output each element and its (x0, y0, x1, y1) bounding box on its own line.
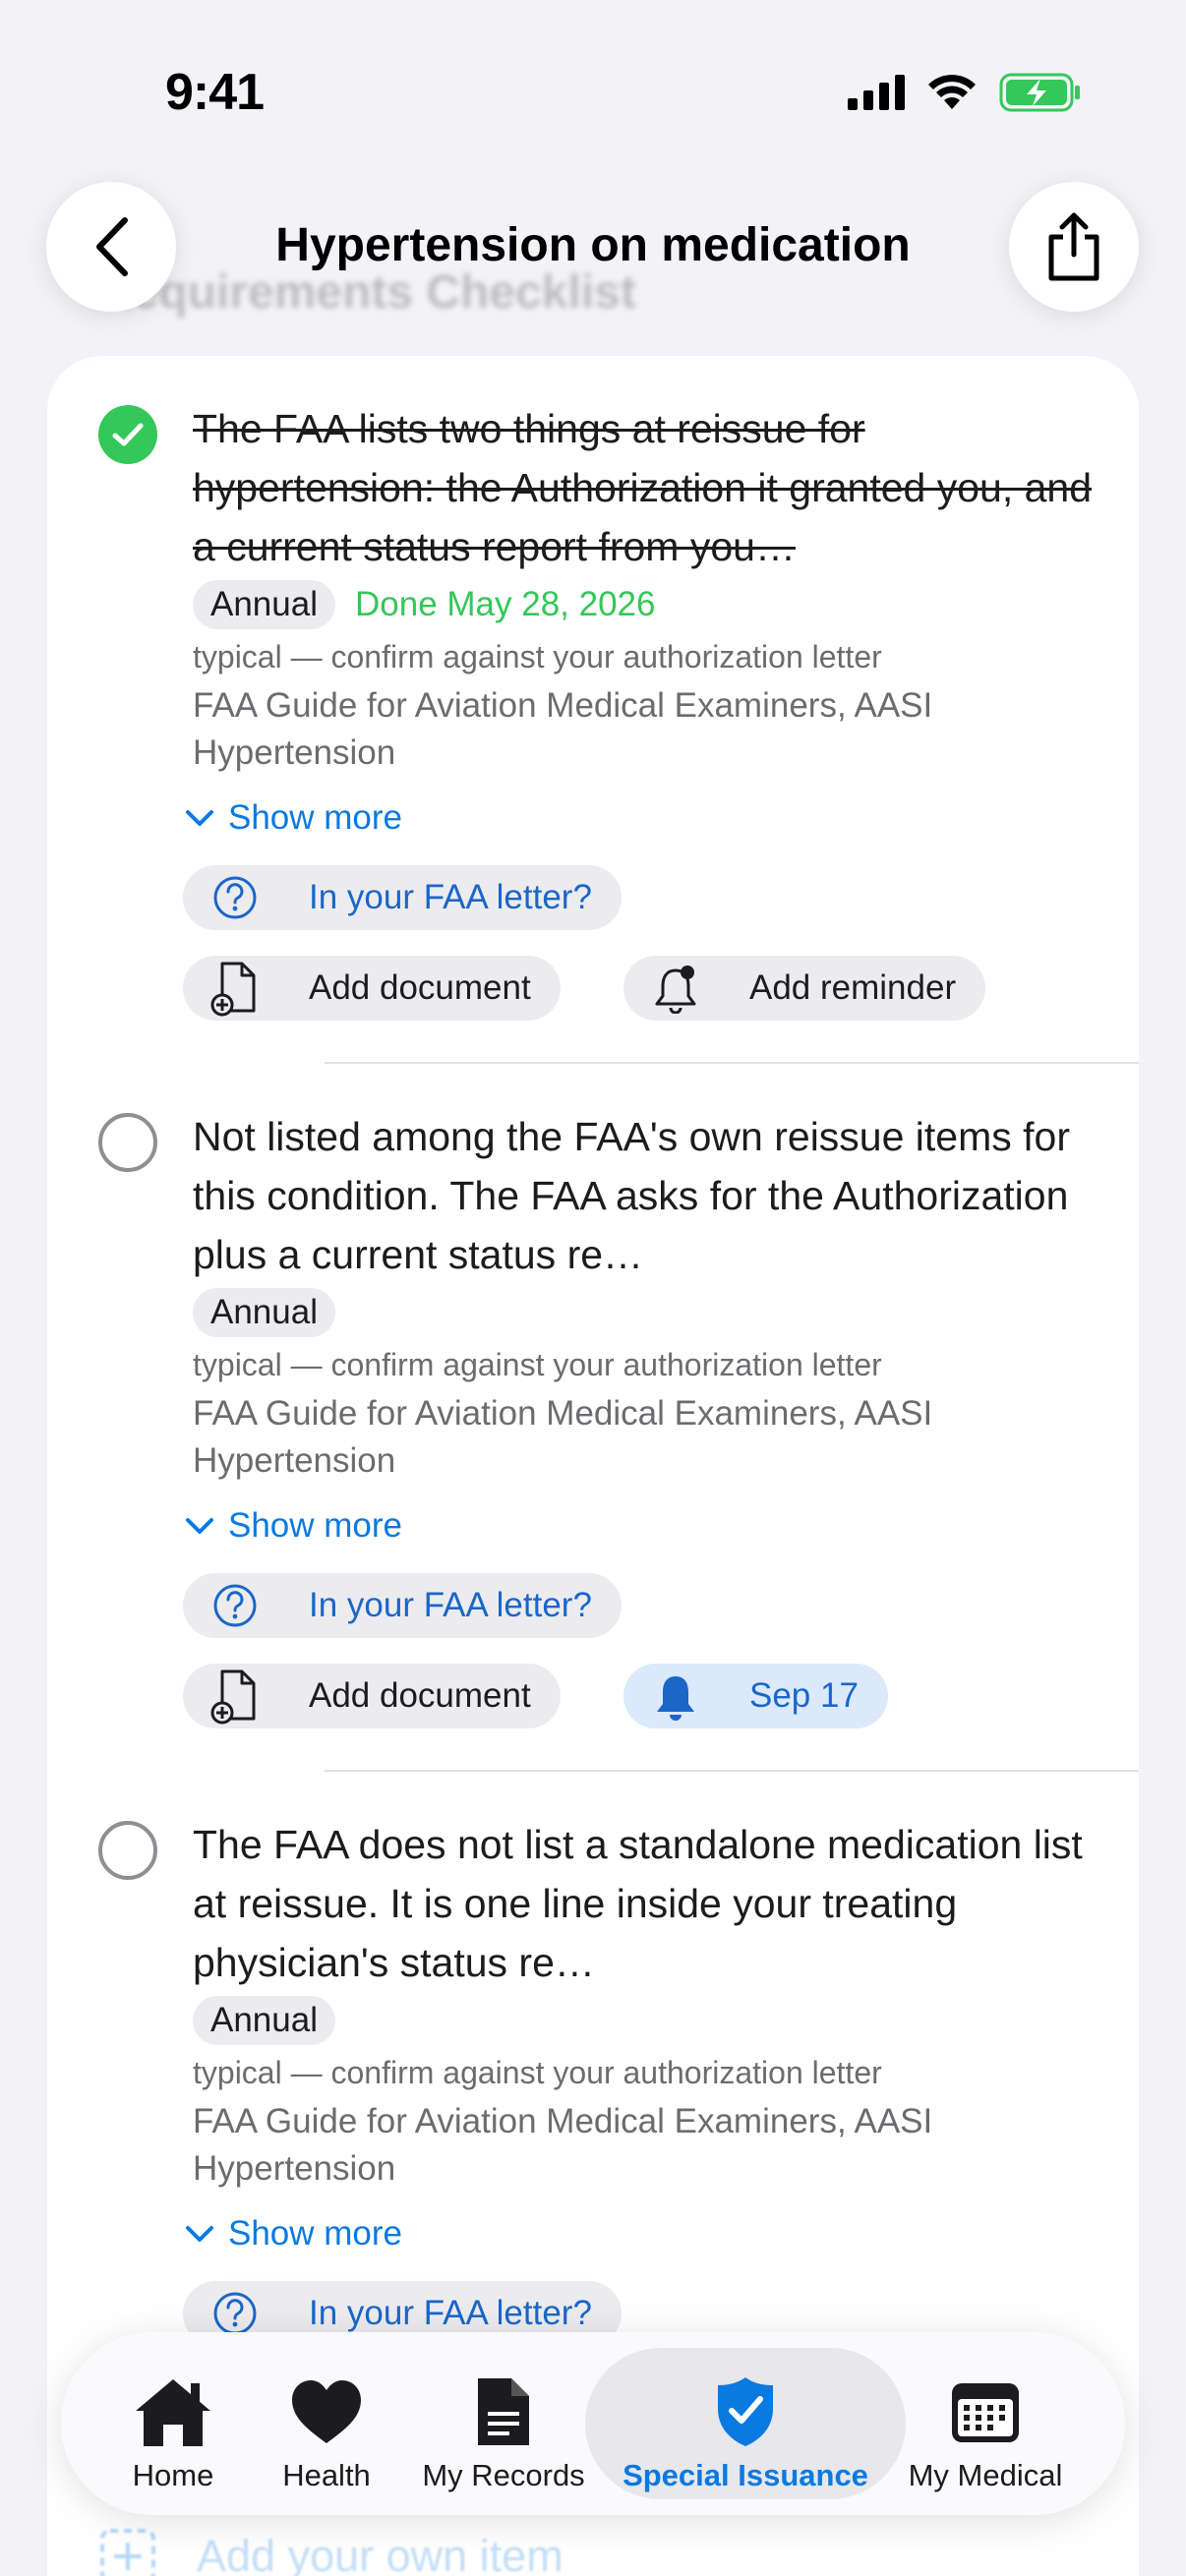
add-own-item-ghost: Add your own item (98, 2527, 563, 2576)
faa-letter-question-label: In your FAA letter? (309, 2294, 592, 2332)
tab-special-issuance-label: Special Issuance (623, 2458, 868, 2492)
show-more-label: Show more (228, 1506, 403, 1545)
chevron-down-icon (186, 2226, 213, 2242)
question-circle-icon (201, 1573, 269, 1638)
page-title: Hypertension on medication (275, 219, 911, 271)
item-divider (325, 1770, 1139, 1772)
status-bar: 9:41 (0, 0, 1186, 187)
wifi-icon (928, 75, 976, 109)
tab-home[interactable]: Home (100, 2332, 246, 2515)
bell-filled-icon (641, 1664, 710, 1728)
item-title[interactable]: The FAA does not list a standalone medic… (193, 1815, 1107, 1992)
plus-square-icon (100, 2529, 155, 2576)
tab-bar: Home Health My Records Special Issuance … (61, 2332, 1125, 2515)
bell-badge-icon (641, 956, 710, 1021)
done-date: Done May 28, 2026 (354, 585, 656, 623)
faa-letter-question-button[interactable]: In your FAA letter? (183, 1573, 622, 1638)
show-more-button[interactable]: Show more (185, 1506, 402, 1546)
show-more-button[interactable]: Show more (185, 798, 402, 838)
section-title-ghost: Requirements Checklist (98, 266, 636, 319)
add-document-button[interactable]: Add document (183, 1664, 561, 1728)
frequency-badge: Annual (193, 1996, 335, 2045)
tab-home-label: Home (132, 2458, 214, 2492)
question-circle-icon (201, 865, 269, 930)
add-document-button[interactable]: Add document (183, 956, 561, 1021)
add-reminder-label: Add reminder (749, 968, 957, 1007)
status-icons (848, 73, 1082, 112)
add-reminder-button[interactable]: Add reminder (623, 956, 986, 1021)
tab-my-medical-label: My Medical (908, 2458, 1063, 2492)
checkmark-icon (112, 423, 144, 446)
item-divider (325, 1062, 1139, 1064)
show-more-label: Show more (228, 2214, 403, 2253)
item-meta: Annual (193, 1996, 335, 2045)
item-typical-note: typical — confirm against your authoriza… (193, 1347, 882, 1382)
item-source: FAA Guide for Aviation Medical Examiners… (193, 2102, 933, 2188)
calendar-icon (950, 2368, 1021, 2456)
add-document-icon (201, 1664, 269, 1728)
tab-special-issuance[interactable]: Special Issuance (623, 2332, 868, 2515)
item-source: FAA Guide for Aviation Medical Examiners… (193, 686, 933, 772)
item-checkbox[interactable] (98, 1113, 157, 1172)
back-button[interactable] (46, 182, 176, 312)
add-document-label: Add document (309, 968, 531, 1007)
tab-my-records[interactable]: My Records (413, 2332, 594, 2515)
cellular-signal-icon (848, 75, 905, 110)
battery-charging-icon (999, 73, 1080, 112)
faa-letter-question-label: In your FAA letter? (309, 1586, 592, 1624)
item-source: FAA Guide for Aviation Medical Examiners… (193, 1394, 933, 1480)
document-icon (474, 2368, 533, 2456)
reminder-date-label: Sep 17 (749, 1676, 859, 1715)
frequency-badge: Annual (193, 1288, 335, 1337)
item-title[interactable]: The FAA lists two things at reissue for … (193, 399, 1107, 576)
checklist-card: The FAA lists two things at reissue for … (47, 356, 1139, 2576)
item-checkbox-checked[interactable] (98, 405, 157, 464)
chevron-down-icon (186, 1518, 213, 1534)
item-typical-note: typical — confirm against your authoriza… (193, 2055, 882, 2090)
item-typical-note: typical — confirm against your authoriza… (193, 639, 882, 674)
chevron-left-icon (96, 217, 128, 276)
chevron-down-icon (186, 810, 213, 826)
tab-health[interactable]: Health (258, 2332, 395, 2515)
item-meta: Annual Done May 28, 2026 (193, 580, 655, 629)
faa-letter-question-label: In your FAA letter? (309, 878, 592, 916)
show-more-label: Show more (228, 798, 403, 837)
share-button[interactable] (1009, 182, 1139, 312)
tab-health-label: Health (282, 2458, 371, 2492)
faa-letter-question-button[interactable]: In your FAA letter? (183, 865, 622, 930)
status-time: 9:41 (165, 64, 265, 121)
house-icon (132, 2368, 214, 2456)
share-icon (1048, 212, 1099, 281)
item-checkbox[interactable] (98, 1821, 157, 1880)
shield-check-icon (716, 2368, 775, 2456)
show-more-button[interactable]: Show more (185, 2214, 402, 2254)
add-document-label: Add document (309, 1676, 531, 1715)
heart-icon (290, 2368, 363, 2456)
reminder-date-button[interactable]: Sep 17 (623, 1664, 888, 1728)
item-meta: Annual (193, 1288, 335, 1337)
add-own-item-label: Add your own item (197, 2531, 563, 2576)
tab-my-medical[interactable]: My Medical (899, 2332, 1072, 2515)
item-title[interactable]: Not listed among the FAA's own reissue i… (193, 1107, 1107, 1284)
tab-my-records-label: My Records (422, 2458, 585, 2492)
frequency-badge: Annual (193, 580, 335, 629)
add-document-icon (201, 956, 269, 1021)
